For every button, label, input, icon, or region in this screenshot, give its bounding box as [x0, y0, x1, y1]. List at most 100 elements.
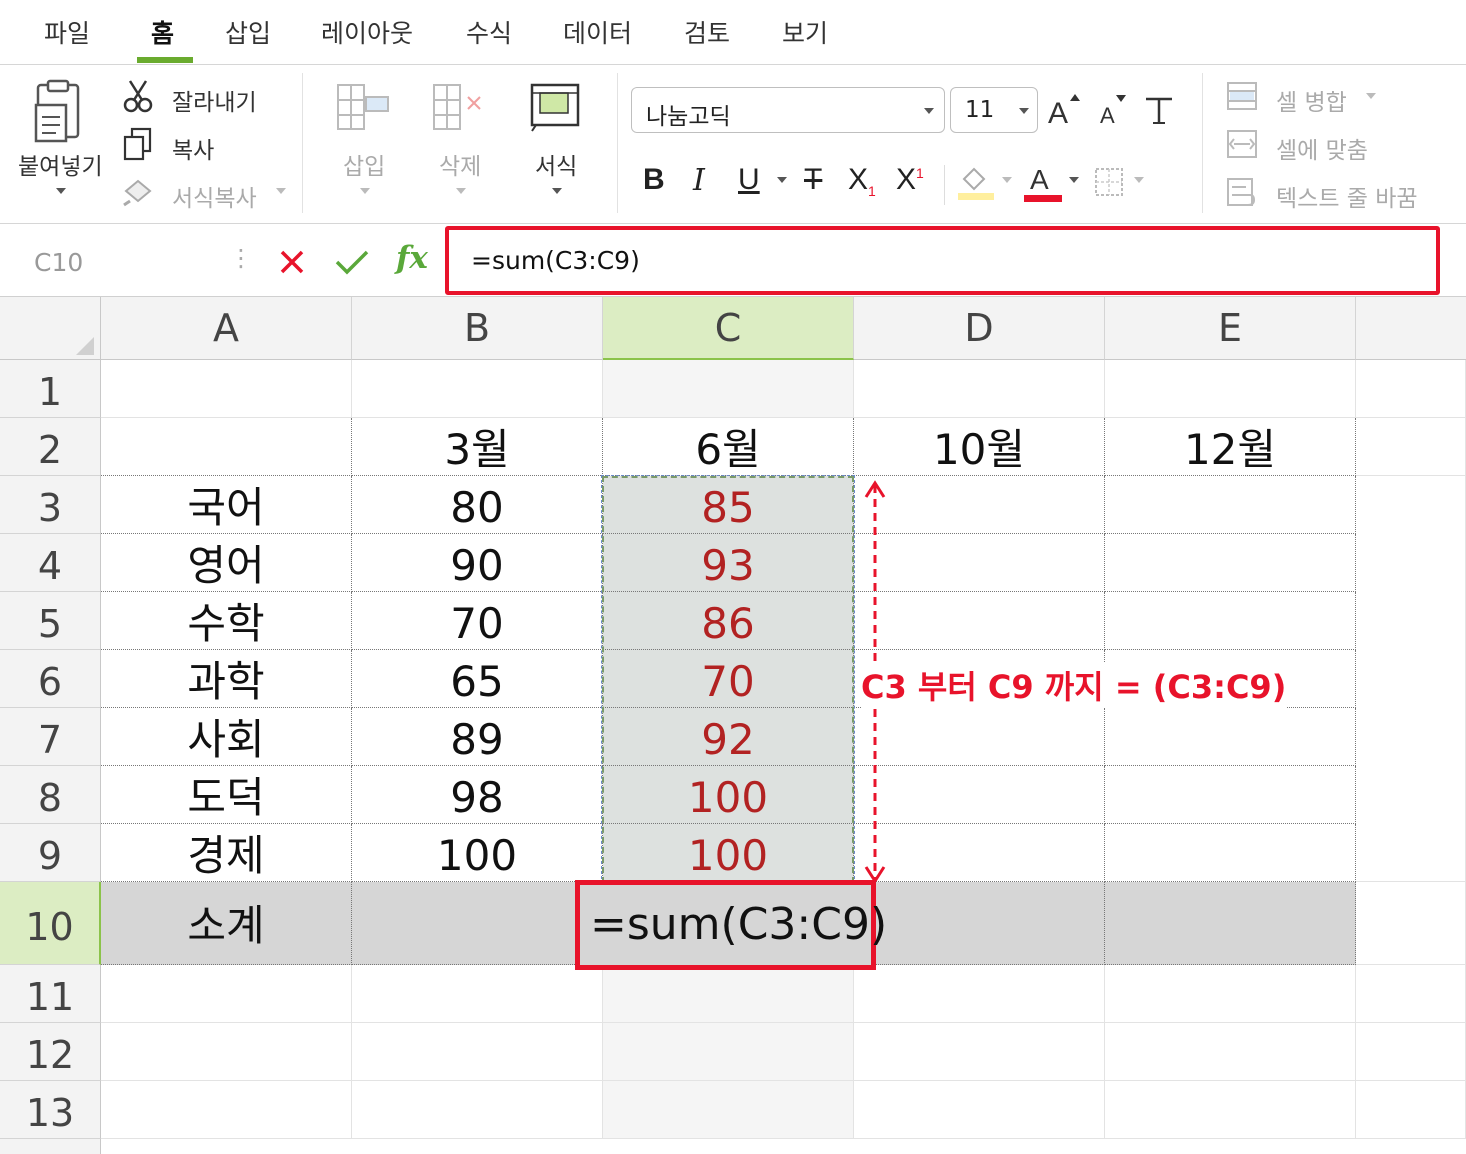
cell-d12[interactable]: [854, 1023, 1105, 1081]
column-header-b[interactable]: B: [352, 297, 603, 360]
format-cells-button[interactable]: 서식: [535, 147, 577, 181]
cell-b1[interactable]: [352, 360, 603, 418]
tab-data[interactable]: 데이터: [563, 14, 632, 50]
formula-input[interactable]: =sum(C3:C9): [445, 226, 1440, 295]
column-header-e[interactable]: E: [1105, 297, 1356, 360]
cell-b2[interactable]: 3월: [352, 418, 603, 476]
cell-a12[interactable]: [101, 1023, 352, 1081]
row-header-1[interactable]: 1: [0, 360, 101, 418]
insert-function-icon[interactable]: fx: [396, 240, 428, 276]
cell-b11[interactable]: [352, 965, 603, 1023]
row-header-12[interactable]: 12: [0, 1023, 101, 1081]
superscript-icon[interactable]: X1: [896, 163, 924, 197]
cancel-edit-icon[interactable]: [278, 248, 306, 276]
tab-formulas[interactable]: 수식: [466, 14, 512, 50]
copy-button[interactable]: 복사: [172, 131, 214, 165]
column-header-f[interactable]: [1356, 297, 1466, 360]
cell-b13[interactable]: [352, 1081, 603, 1139]
paste-dropdown-icon[interactable]: [56, 188, 66, 194]
paste-label[interactable]: 붙여넣기: [18, 147, 103, 181]
bold-icon[interactable]: B: [643, 163, 665, 197]
more-options-icon[interactable]: ⋮: [229, 244, 253, 272]
cell-a8[interactable]: 도덕: [101, 766, 352, 824]
cell-d7[interactable]: [854, 708, 1105, 766]
tab-layout[interactable]: 레이아웃: [321, 14, 413, 50]
cell-f3-f9[interactable]: [1356, 476, 1466, 882]
cell-a13[interactable]: [101, 1081, 352, 1139]
row-header-6[interactable]: 6: [0, 650, 101, 708]
column-header-a[interactable]: A: [101, 297, 352, 360]
font-color-dropdown-icon[interactable]: [1069, 177, 1079, 183]
cell-a11[interactable]: [101, 965, 352, 1023]
wrap-text-button[interactable]: 텍스트 줄 바꿈: [1276, 179, 1418, 213]
cell-e3[interactable]: [1105, 476, 1356, 534]
select-all-corner[interactable]: [0, 297, 101, 360]
tab-home[interactable]: 홈: [151, 14, 174, 50]
cell-a7[interactable]: 사회: [101, 708, 352, 766]
cell-b4[interactable]: 90: [352, 534, 603, 592]
cell-b6[interactable]: 65: [352, 650, 603, 708]
cell-b5[interactable]: 70: [352, 592, 603, 650]
tab-view[interactable]: 보기: [782, 14, 828, 50]
cell-c8[interactable]: 100: [603, 766, 854, 824]
cell-d10[interactable]: [854, 882, 1105, 965]
cell-a3[interactable]: 국어: [101, 476, 352, 534]
cut-button[interactable]: 잘라내기: [172, 83, 257, 117]
cell-f13[interactable]: [1356, 1081, 1466, 1139]
cell-c6[interactable]: 70: [603, 650, 854, 708]
row-header-3[interactable]: 3: [0, 476, 101, 534]
format-dropdown-icon[interactable]: [552, 188, 562, 194]
row-header-8[interactable]: 8: [0, 766, 101, 824]
cell-e10[interactable]: [1105, 882, 1356, 965]
cell-e13[interactable]: [1105, 1081, 1356, 1139]
fit-to-cell-button[interactable]: 셀에 맞춤: [1276, 131, 1368, 165]
name-box[interactable]: C10: [34, 248, 83, 277]
cell-b12[interactable]: [352, 1023, 603, 1081]
cell-e5[interactable]: [1105, 592, 1356, 650]
column-header-d[interactable]: D: [854, 297, 1105, 360]
cell-d5[interactable]: [854, 592, 1105, 650]
italic-icon[interactable]: I: [693, 163, 705, 198]
delete-dropdown-icon[interactable]: [456, 188, 466, 194]
row-header-11[interactable]: 11: [0, 965, 101, 1023]
fill-color-icon[interactable]: [958, 163, 994, 201]
cell-b3[interactable]: 80: [352, 476, 603, 534]
cell-d2[interactable]: 10월: [854, 418, 1105, 476]
row-header-13[interactable]: 13: [0, 1081, 101, 1139]
confirm-edit-icon[interactable]: [334, 248, 370, 276]
cell-f11[interactable]: [1356, 965, 1466, 1023]
cell-c2[interactable]: 6월: [603, 418, 854, 476]
cell-f12[interactable]: [1356, 1023, 1466, 1081]
active-cell-editor[interactable]: =sum(C3:C9): [575, 880, 887, 970]
cell-d8[interactable]: [854, 766, 1105, 824]
cell-a10[interactable]: 소계: [101, 882, 352, 965]
merge-dropdown-icon[interactable]: [1366, 93, 1376, 99]
cell-c13[interactable]: [603, 1081, 854, 1139]
cell-e4[interactable]: [1105, 534, 1356, 592]
cell-d13[interactable]: [854, 1081, 1105, 1139]
cell-c4[interactable]: 93: [603, 534, 854, 592]
cell-d4[interactable]: [854, 534, 1105, 592]
fill-color-dropdown-icon[interactable]: [1002, 177, 1012, 183]
row-header-4[interactable]: 4: [0, 534, 101, 592]
row-header-5[interactable]: 5: [0, 592, 101, 650]
cell-c12[interactable]: [603, 1023, 854, 1081]
cell-f1[interactable]: [1356, 360, 1466, 418]
cell-e9[interactable]: [1105, 824, 1356, 882]
cell-c3[interactable]: 85: [603, 476, 854, 534]
tab-file[interactable]: 파일: [44, 14, 90, 50]
borders-dropdown-icon[interactable]: [1134, 177, 1144, 183]
paste-button[interactable]: [30, 79, 90, 151]
underline-dropdown-icon[interactable]: [777, 177, 787, 183]
cell-e8[interactable]: [1105, 766, 1356, 824]
font-name-select[interactable]: 나눔고딕: [631, 87, 945, 133]
cell-a6[interactable]: 과학: [101, 650, 352, 708]
cell-c11[interactable]: [603, 965, 854, 1023]
font-color-icon[interactable]: A: [1024, 163, 1062, 203]
cell-b8[interactable]: 98: [352, 766, 603, 824]
cell-a9[interactable]: 경제: [101, 824, 352, 882]
cell-c7[interactable]: 92: [603, 708, 854, 766]
insert-dropdown-icon[interactable]: [360, 188, 370, 194]
tab-review[interactable]: 검토: [684, 14, 730, 50]
format-painter-dropdown-icon[interactable]: [276, 188, 286, 194]
